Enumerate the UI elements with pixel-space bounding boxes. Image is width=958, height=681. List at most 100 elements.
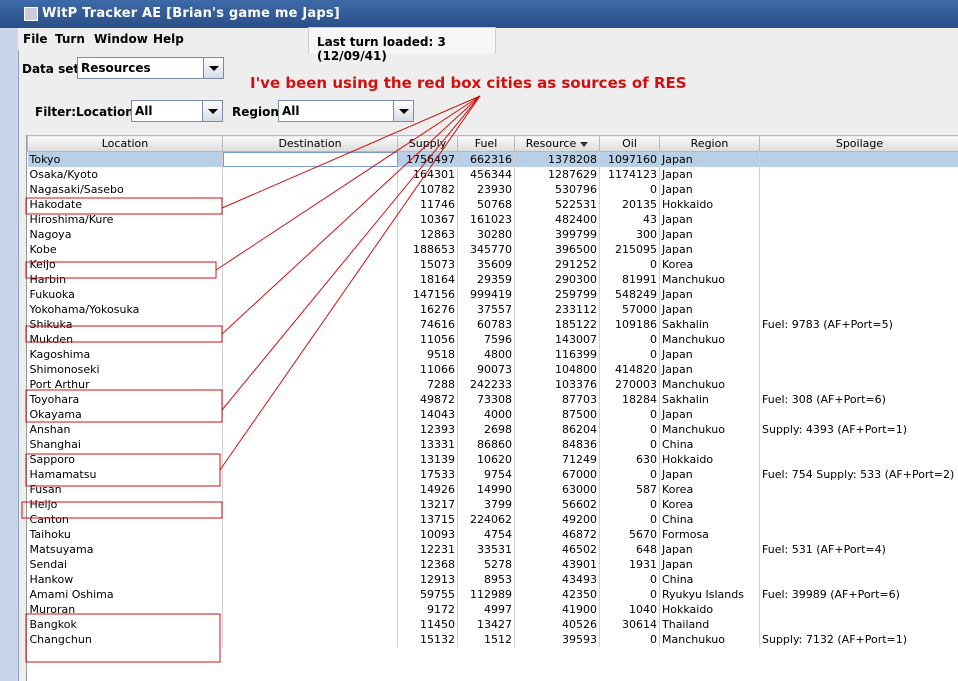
table-row[interactable]: Taihoku 10093 4754 46872 5670 Formosa	[27, 527, 958, 542]
table-row[interactable]: Nagasaki/Sasebo 10782 23930 530796 0 Japan	[27, 182, 958, 197]
cell-destination[interactable]	[222, 452, 398, 467]
column-header-supply[interactable]: Supply	[397, 135, 458, 152]
cell-destination[interactable]	[222, 317, 398, 332]
cell-destination[interactable]	[222, 272, 398, 287]
table-row[interactable]: Port Arthur 7288 242233 103376 270003 Manchuk…	[27, 377, 958, 392]
menu-turn[interactable]: Turn	[55, 32, 85, 46]
cell-region: Korea	[659, 497, 760, 512]
cell-destination[interactable]	[222, 151, 398, 167]
table-row[interactable]: Fukuoka 147156 999419 259799 548249 Japan	[27, 287, 958, 302]
cell-resource: 185122	[514, 317, 600, 332]
cell-destination[interactable]	[222, 167, 398, 182]
table-row[interactable]: Okayama 14043 4000 87500 0 Japan	[27, 407, 958, 422]
cell-destination[interactable]	[222, 182, 398, 197]
menu-file[interactable]: File	[23, 32, 48, 46]
table-row[interactable]: Changchun 15132 1512 39593 0 Manchukuo Supply:…	[27, 632, 958, 647]
location-chevron-down-icon[interactable]	[202, 101, 222, 121]
cell-location: Okayama	[27, 407, 223, 422]
table-row[interactable]: Shimonoseki 11066 90073 104800 414820 Japan	[27, 362, 958, 377]
cell-destination[interactable]	[222, 347, 398, 362]
table-row[interactable]: Sendai 12368 5278 43901 1931 Japan	[27, 557, 958, 572]
region-chevron-down-icon[interactable]	[393, 101, 413, 121]
cell-destination[interactable]	[222, 242, 398, 257]
cell-destination[interactable]	[222, 362, 398, 377]
column-header-resource[interactable]: Resource	[514, 135, 600, 152]
menu-window[interactable]: Window	[94, 32, 148, 46]
table-row[interactable]: Bangkok 11450 13427 40526 30614 Thailand	[27, 617, 958, 632]
cell-spoilage	[759, 257, 958, 272]
table-row[interactable]: Harbin 18164 29359 290300 81991 Manchukuo	[27, 272, 958, 287]
table-row[interactable]: Matsuyama 12231 33531 46502 648 Japan Fuel: 53…	[27, 542, 958, 557]
dataset-select[interactable]: Resources	[77, 57, 224, 79]
column-header-oil[interactable]: Oil	[599, 135, 660, 152]
cell-destination[interactable]	[222, 617, 398, 632]
cell-region: China	[659, 572, 760, 587]
cell-destination[interactable]	[222, 287, 398, 302]
cell-destination[interactable]	[222, 197, 398, 212]
table-row[interactable]: Hakodate 11746 50768 522531 20135 Hokkaido	[27, 197, 958, 212]
table-row[interactable]: Heijo 13217 3799 56602 0 Korea	[27, 497, 958, 512]
table-row[interactable]: Nagoya 12863 30280 399799 300 Japan	[27, 227, 958, 242]
table-row[interactable]: Toyohara 49872 73308 87703 18284 Sakhalin Fuel…	[27, 392, 958, 407]
cell-destination[interactable]	[222, 212, 398, 227]
cell-destination[interactable]	[222, 377, 398, 392]
table-row[interactable]: Shikuka 74616 60783 185122 109186 Sakhalin Fue…	[27, 317, 958, 332]
cell-destination[interactable]	[222, 482, 398, 497]
cell-resource: 291252	[514, 257, 600, 272]
table-row[interactable]: Muroran 9172 4997 41900 1040 Hokkaido	[27, 602, 958, 617]
cell-destination[interactable]	[222, 557, 398, 572]
column-header-destination[interactable]: Destination	[222, 135, 398, 152]
cell-resource: 530796	[514, 182, 600, 197]
table-row[interactable]: Amami Oshima 59755 112989 42350 0 Ryukyu Isla…	[27, 587, 958, 602]
cell-supply: 74616	[397, 317, 458, 332]
cell-destination[interactable]	[222, 422, 398, 437]
data-table-container[interactable]: Location Destination Supply Fuel Resourc…	[26, 135, 958, 681]
column-header-region[interactable]: Region	[659, 135, 760, 152]
cell-destination[interactable]	[222, 497, 398, 512]
column-header-spoilage[interactable]: Spoilage	[759, 135, 958, 152]
cell-spoilage	[759, 497, 958, 512]
cell-resource: 56602	[514, 497, 600, 512]
cell-destination[interactable]	[222, 467, 398, 482]
cell-destination[interactable]	[222, 227, 398, 242]
column-header-location[interactable]: Location	[27, 135, 223, 152]
menu-help[interactable]: Help	[153, 32, 184, 46]
cell-destination[interactable]	[222, 527, 398, 542]
table-row[interactable]: Hankow 12913 8953 43493 0 China	[27, 572, 958, 587]
table-row[interactable]: Sapporo 13139 10620 71249 630 Hokkaido	[27, 452, 958, 467]
cell-destination[interactable]	[222, 407, 398, 422]
table-row[interactable]: Yokohama/Yokosuka 16276 37557 233112 57000 Ja…	[27, 302, 958, 317]
table-row[interactable]: Keijo 15073 35609 291252 0 Korea	[27, 257, 958, 272]
table-row[interactable]: Canton 13715 224062 49200 0 China	[27, 512, 958, 527]
table-row[interactable]: Anshan 12393 2698 86204 0 Manchukuo Supply: 43…	[27, 422, 958, 437]
cell-destination[interactable]	[222, 542, 398, 557]
dataset-chevron-down-icon[interactable]	[203, 58, 223, 78]
location-filter-select[interactable]: All	[131, 100, 223, 122]
cell-destination[interactable]	[222, 587, 398, 602]
cell-supply: 14043	[397, 407, 458, 422]
cell-destination[interactable]	[222, 632, 398, 647]
cell-location: Matsuyama	[27, 542, 223, 557]
table-row[interactable]: Tokyo 1756497 662316 1378208 1097160 Japan	[27, 151, 958, 167]
table-row[interactable]: Mukden 11056 7596 143007 0 Manchukuo	[27, 332, 958, 347]
cell-destination[interactable]	[222, 602, 398, 617]
cell-destination[interactable]	[222, 572, 398, 587]
cell-destination[interactable]	[222, 392, 398, 407]
table-row[interactable]: Hiroshima/Kure 10367 161023 482400 43 Japan	[27, 212, 958, 227]
column-header-fuel[interactable]: Fuel	[457, 135, 515, 152]
region-filter-select[interactable]: All	[278, 100, 414, 122]
cell-destination[interactable]	[222, 512, 398, 527]
table-row[interactable]: Osaka/Kyoto 164301 456344 1287629 1174123 Jap…	[27, 167, 958, 182]
cell-destination[interactable]	[222, 302, 398, 317]
cell-spoilage	[759, 617, 958, 632]
cell-destination[interactable]	[222, 437, 398, 452]
cell-supply: 12863	[397, 227, 458, 242]
table-row[interactable]: Kobe 188653 345770 396500 215095 Japan	[27, 242, 958, 257]
cell-destination[interactable]	[222, 332, 398, 347]
table-row[interactable]: Kagoshima 9518 4800 116399 0 Japan	[27, 347, 958, 362]
cell-location: Muroran	[27, 602, 223, 617]
table-row[interactable]: Hamamatsu 17533 9754 67000 0 Japan Fuel: 754 S…	[27, 467, 958, 482]
table-row[interactable]: Fusan 14926 14990 63000 587 Korea	[27, 482, 958, 497]
table-row[interactable]: Shanghai 13331 86860 84836 0 China	[27, 437, 958, 452]
cell-destination[interactable]	[222, 257, 398, 272]
